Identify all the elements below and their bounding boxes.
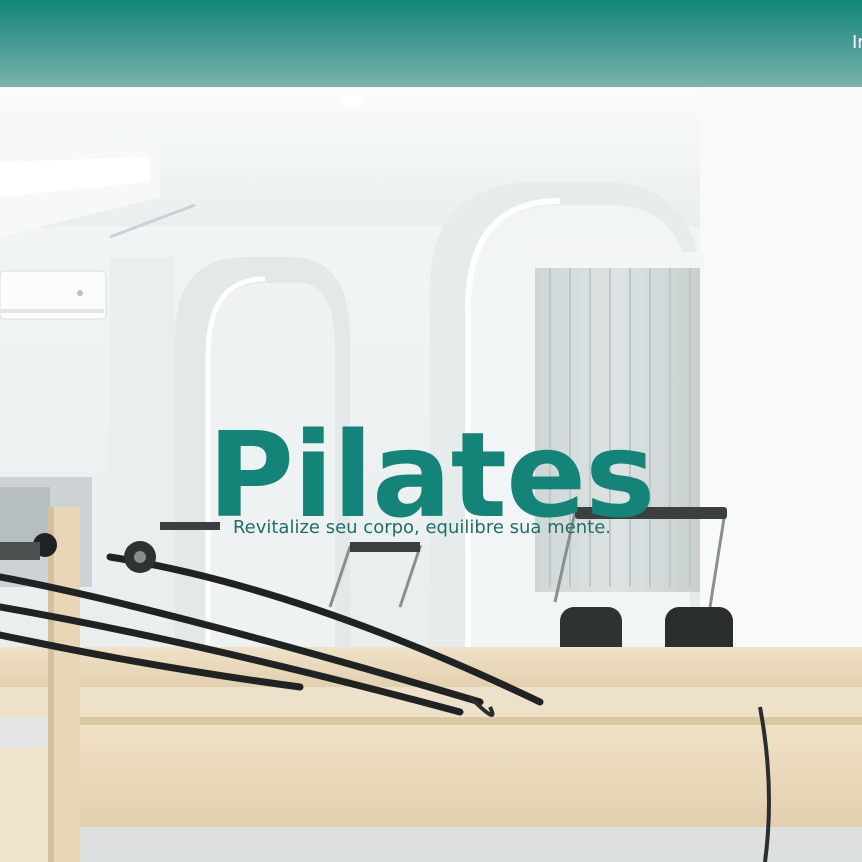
landing-page: In xyxy=(0,0,862,862)
top-navigation-bar: In xyxy=(0,0,862,87)
nav-link[interactable]: In xyxy=(852,32,862,53)
hero-subtitle: Revitalize seu corpo, equilibre sua ment… xyxy=(232,517,612,538)
hero-section: Pilates Revitalize seu corpo, equilibre … xyxy=(0,87,862,862)
